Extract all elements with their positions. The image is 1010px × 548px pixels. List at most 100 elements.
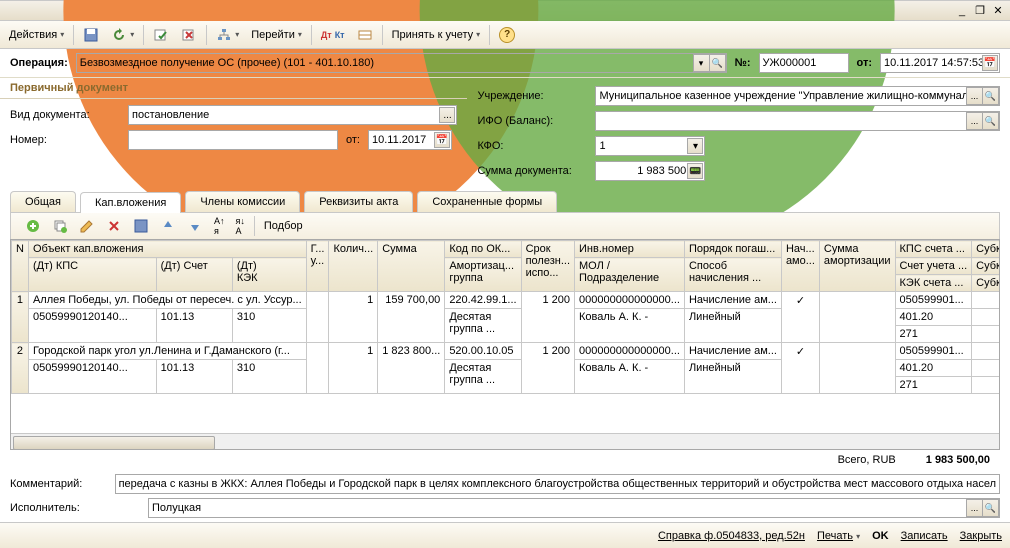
save-button[interactable]: Записать <box>901 530 948 542</box>
kfo-dropdown[interactable]: ▾ <box>687 138 703 154</box>
save-grid-icon[interactable] <box>129 216 153 236</box>
print-menu[interactable]: Печать ▾ <box>817 530 860 542</box>
col-kek[interactable]: КЭК счета ... <box>895 275 972 292</box>
calendar-icon[interactable]: 📅 <box>434 132 450 148</box>
dtkt-icon[interactable]: ДтКт <box>316 24 350 46</box>
doc-date-input[interactable]: 10.11.2017 14:57:53📅 <box>880 53 1000 73</box>
table-row[interactable]: 2Городской парк угол ул.Ленина и Г.Даман… <box>12 343 1000 360</box>
col-kod[interactable]: Код по ОК... <box>445 241 521 258</box>
col-g[interactable]: Г... у... <box>306 241 329 292</box>
operation-input[interactable]: Безвозмездное получение ОС (прочее) (101… <box>76 53 727 73</box>
uchr-label: Учреждение: <box>477 90 587 102</box>
col-sposob[interactable]: Способ начисления ... <box>684 258 781 292</box>
grid-toolbar: A↑я я↓A Подбор <box>10 212 1000 239</box>
ok-button[interactable]: OK <box>872 530 889 542</box>
number-input[interactable] <box>128 130 338 150</box>
help-button[interactable]: ? <box>494 24 520 46</box>
grid: N Объект кап.вложения Г... у... Колич...… <box>10 239 1000 450</box>
executor-search[interactable]: 🔍 <box>982 499 999 517</box>
ifo-input[interactable]: ...🔍 <box>595 111 1000 131</box>
total-sum: 1 983 500,00 <box>926 454 990 466</box>
col-subk2[interactable]: Субк <box>972 258 999 275</box>
delete-icon[interactable] <box>102 216 126 236</box>
number-date-input[interactable]: 10.11.2017📅 <box>368 130 452 150</box>
minimize-button[interactable]: _ <box>954 4 970 18</box>
executor-select[interactable]: ... <box>966 499 983 517</box>
close-footer-button[interactable]: Закрыть <box>960 530 1002 542</box>
col-kps[interactable]: КПС счета ... <box>895 241 972 258</box>
col-mol[interactable]: МОЛ / Подразделение <box>575 258 685 292</box>
doc-type-select[interactable]: ... <box>439 107 455 123</box>
calendar-icon[interactable]: 📅 <box>982 55 998 71</box>
col-inv[interactable]: Инв.номер <box>575 241 685 258</box>
horizontal-scrollbar[interactable] <box>11 433 999 449</box>
col-dtschet[interactable]: (Дт) Счет <box>156 258 232 292</box>
refresh-icon[interactable]: ▾ <box>106 24 139 46</box>
ifo-search[interactable]: 🔍 <box>982 112 999 130</box>
maximize-button[interactable]: ❐ <box>972 4 988 18</box>
accept-menu[interactable]: Принять к учету ▾ <box>387 24 486 46</box>
ifo-select[interactable]: ... <box>966 112 983 130</box>
col-dtkps[interactable]: (Дт) КПС <box>28 258 156 292</box>
doc-type-label: Вид документа: <box>10 109 120 121</box>
add-icon[interactable] <box>21 216 45 236</box>
col-srok[interactable]: Срок полезн... испо... <box>521 241 574 292</box>
post-icon[interactable] <box>148 24 174 46</box>
sort-desc-icon[interactable]: я↓A <box>232 216 249 236</box>
col-por[interactable]: Порядок погаш... <box>684 241 781 258</box>
unpost-icon[interactable] <box>176 24 202 46</box>
number-date-label: от: <box>346 134 360 146</box>
up-icon[interactable] <box>156 216 180 236</box>
col-suma[interactable]: Сумма амортизации <box>819 241 895 292</box>
col-amort[interactable]: Амортизац... группа <box>445 258 521 292</box>
down-icon[interactable] <box>183 216 207 236</box>
reference-link[interactable]: Справка ф.0504833, ред.52н <box>658 530 805 542</box>
tab-general[interactable]: Общая <box>10 191 76 212</box>
save-icon[interactable] <box>78 24 104 46</box>
col-schetu[interactable]: Счет учета ... <box>895 258 972 275</box>
dtkt-red-icon[interactable] <box>352 24 378 46</box>
uchr-input[interactable]: Муниципальное казенное учреждение "Управ… <box>595 86 1000 106</box>
executor-label: Исполнитель: <box>10 502 140 514</box>
tab-bar: Общая Кап.вложения Члены комиссии Реквиз… <box>0 187 1010 212</box>
col-kol[interactable]: Колич... <box>329 241 378 292</box>
footer-bar: Справка ф.0504833, ред.52н Печать ▾ OK З… <box>0 522 1010 548</box>
close-button[interactable]: ✕ <box>990 4 1006 18</box>
goto-menu[interactable]: Перейти ▾ <box>246 24 307 46</box>
tab-members[interactable]: Члены комиссии <box>185 191 300 212</box>
col-dtkek[interactable]: (Дт) КЭК <box>232 258 306 292</box>
tab-requisites[interactable]: Реквизиты акта <box>304 191 413 212</box>
sum-input[interactable]: 1 983 500,00📟 <box>595 161 705 181</box>
edit-icon[interactable] <box>75 216 99 236</box>
col-obj[interactable]: Объект кап.вложения <box>28 241 306 258</box>
operation-search[interactable]: 🔍 <box>709 54 726 72</box>
table-row[interactable]: 1Аллея Победы, ул. Победы от пересеч. с … <box>12 292 1000 309</box>
sum-label: Сумма документа: <box>477 165 587 177</box>
operation-row: Операция: Безвозмездное получение ОС (пр… <box>0 49 1010 78</box>
uchr-search[interactable]: 🔍 <box>982 87 999 105</box>
select-button[interactable]: Подбор <box>260 216 307 236</box>
comment-input[interactable]: передача с казны в ЖКХ: Аллея Победы и Г… <box>115 474 1000 494</box>
tab-saved[interactable]: Сохраненные формы <box>417 191 557 212</box>
comment-label: Комментарий: <box>10 478 107 490</box>
primary-doc-header: Первичный документ <box>0 78 467 99</box>
col-subk3[interactable]: Субк <box>972 275 999 292</box>
doc-type-input[interactable]: постановление... <box>128 105 457 125</box>
operation-dropdown[interactable]: ▾ <box>693 54 710 72</box>
num-label: №: <box>735 57 751 69</box>
col-subk[interactable]: Субк <box>972 241 999 258</box>
col-sum[interactable]: Сумма <box>378 241 445 292</box>
col-nach[interactable]: Нач... амо... <box>781 241 819 292</box>
kfo-input[interactable]: 1▾ <box>595 136 705 156</box>
structure-icon[interactable]: ▾ <box>211 24 244 46</box>
sort-asc-icon[interactable]: A↑я <box>210 216 229 236</box>
main-toolbar: Действия ▾ ▾ ▾ Перейти ▾ ДтКт Принять к … <box>0 21 1010 49</box>
calculator-icon[interactable]: 📟 <box>687 163 703 179</box>
executor-input[interactable]: Полуцкая...🔍 <box>148 498 1000 518</box>
col-n[interactable]: N <box>12 241 29 292</box>
doc-number-input[interactable]: УЖ000001 <box>759 53 849 73</box>
actions-menu[interactable]: Действия ▾ <box>4 24 69 46</box>
copy-icon[interactable] <box>48 216 72 236</box>
tab-kap[interactable]: Кап.вложения <box>80 192 181 213</box>
uchr-select[interactable]: ... <box>966 87 983 105</box>
